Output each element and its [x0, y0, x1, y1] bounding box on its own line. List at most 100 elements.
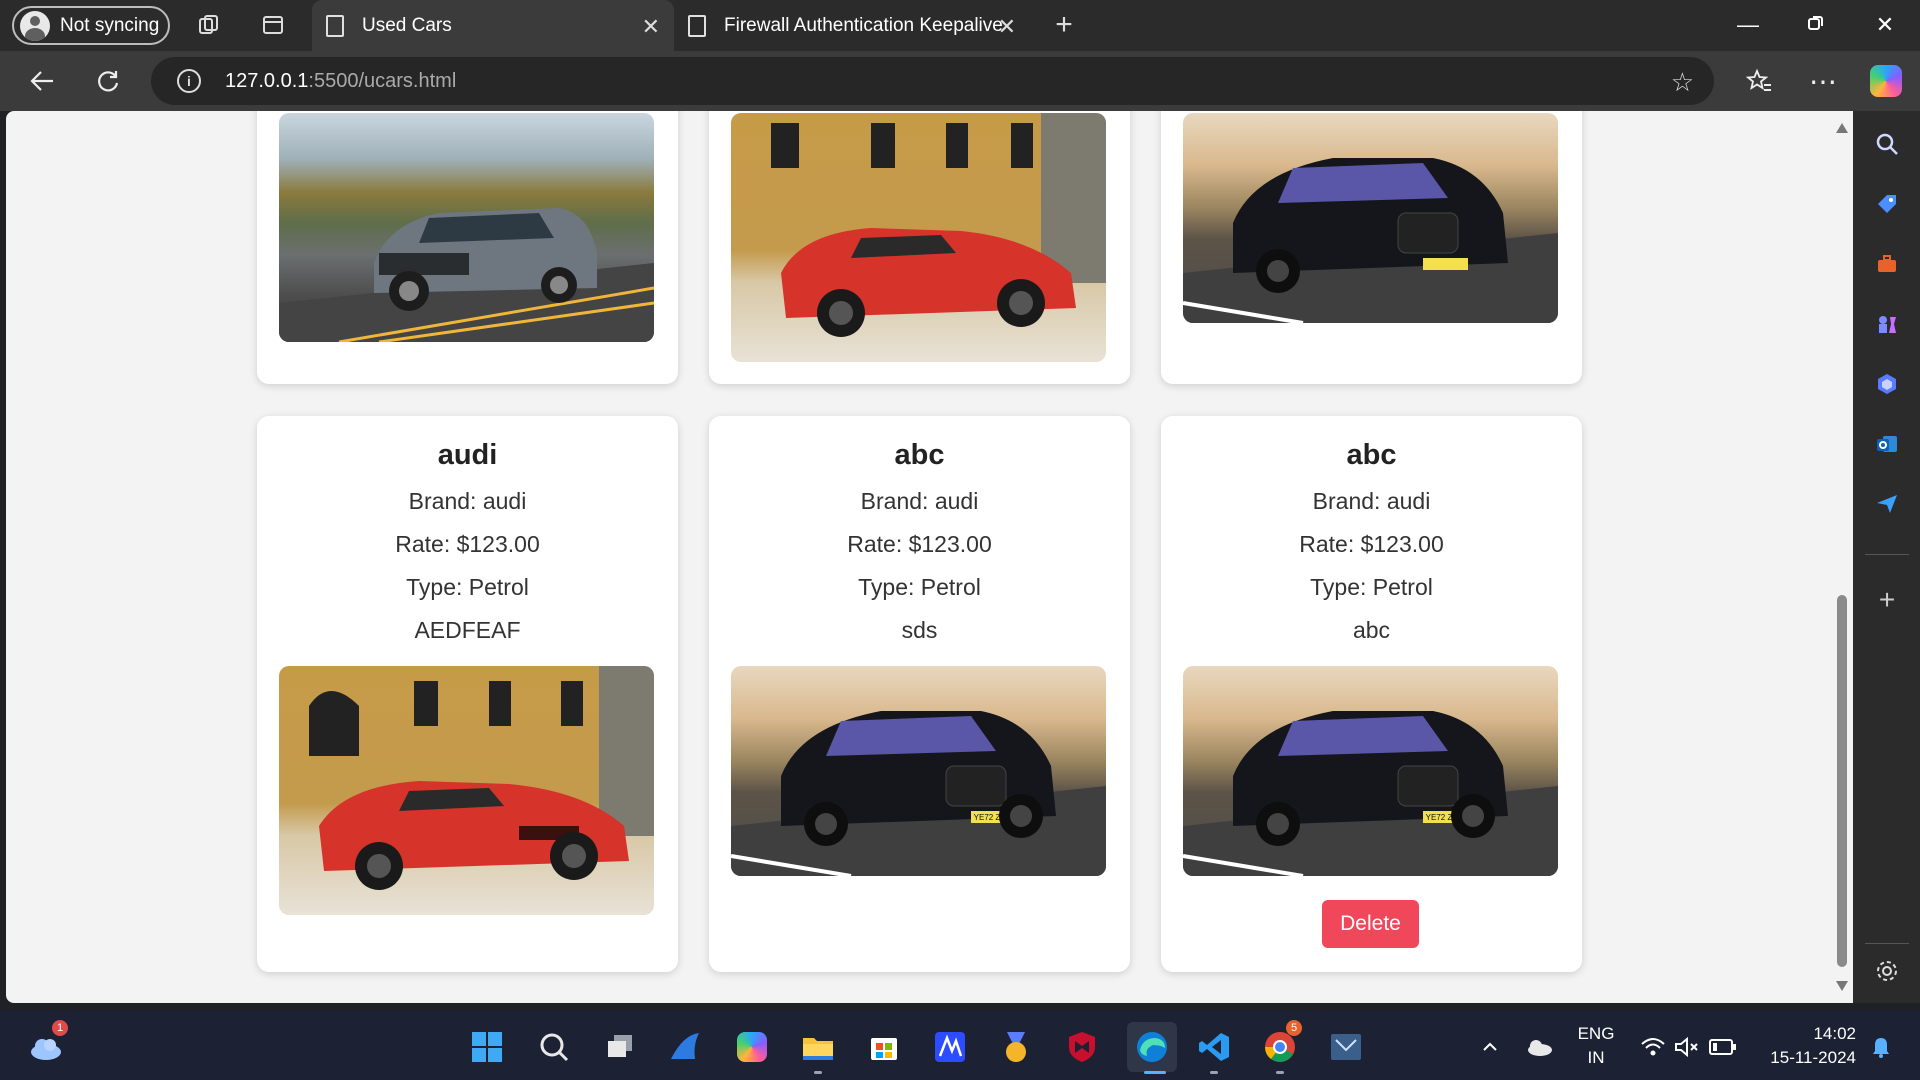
edge-browser-icon[interactable] [1127, 1022, 1177, 1072]
car-brand: Brand: audi [1312, 488, 1431, 514]
onedrive-cloud-icon[interactable] [1520, 1028, 1558, 1066]
medal-icon[interactable] [997, 1028, 1035, 1066]
microsoft-store-icon[interactable] [865, 1028, 903, 1066]
more-options-icon[interactable]: ⋯ [1806, 64, 1840, 98]
favorite-star-icon[interactable]: ☆ [1671, 67, 1694, 98]
delete-button[interactable]: Delete [1322, 900, 1419, 948]
page-icon [688, 14, 706, 37]
wifi-icon[interactable] [1634, 1028, 1672, 1066]
copilot-icon[interactable] [1870, 65, 1902, 97]
task-view-icon[interactable] [601, 1028, 639, 1066]
running-indicator [1276, 1071, 1284, 1074]
workspaces-icon[interactable] [194, 10, 224, 40]
car-image: YE72 ZRG [1183, 666, 1558, 876]
start-windows-icon[interactable] [468, 1028, 506, 1066]
edge-sidebar: + [1853, 111, 1920, 1003]
language-indicator[interactable]: ENG IN [1570, 1022, 1622, 1070]
car-card [257, 111, 678, 384]
copilot-sidebar-icon[interactable] [1873, 370, 1901, 398]
app-window-icon[interactable] [1327, 1028, 1365, 1066]
restore-icon[interactable] [1801, 12, 1831, 38]
scroll-thumb[interactable] [1837, 595, 1847, 967]
car-description: AEDFEAF [414, 617, 521, 643]
car-rate: Rate: $123.00 [1299, 531, 1444, 557]
avatar [20, 10, 50, 41]
car-card [1161, 111, 1582, 384]
scroll-up-icon[interactable] [1836, 123, 1848, 133]
page-scrollbar[interactable] [1831, 111, 1853, 1003]
clock[interactable]: 14:02 15-11-2024 [1756, 1022, 1856, 1070]
running-indicator [1210, 1071, 1218, 1074]
car-title: abc [894, 439, 945, 471]
notification-bell-icon[interactable] [1862, 1028, 1900, 1066]
site-info-icon[interactable]: i [177, 69, 201, 93]
car-image [731, 113, 1106, 362]
search-icon[interactable] [535, 1028, 573, 1066]
url-path: :5500/ucars.html [308, 69, 457, 92]
windows-taskbar: 1 5 ENG IN 14:02 15-11-2024 [0, 1010, 1920, 1080]
shopping-tag-icon[interactable] [1873, 190, 1901, 218]
car-title: abc [1346, 439, 1397, 471]
browser-toolbar: i 127.0.0.1:5500/ucars.html ☆ ⋯ [0, 51, 1920, 111]
close-tab-icon[interactable]: ✕ [998, 14, 1016, 40]
car-description: sds [901, 617, 938, 643]
sidebar-divider [1865, 943, 1909, 944]
notification-badge: 5 [1286, 1020, 1302, 1036]
car-image [279, 666, 654, 915]
clock-time: 14:02 [1813, 1024, 1856, 1043]
car-title: audi [437, 439, 498, 471]
car-type: Type: Petrol [406, 574, 529, 600]
tab-actions-icon[interactable] [258, 10, 288, 40]
profile-label: Not syncing [60, 14, 160, 36]
file-explorer-icon[interactable] [799, 1028, 837, 1066]
profile-button[interactable]: Not syncing [12, 6, 170, 45]
car-image [1183, 113, 1558, 323]
refresh-icon[interactable] [91, 64, 125, 98]
car-card [709, 111, 1130, 384]
close-tab-icon[interactable]: ✕ [642, 14, 660, 40]
address-bar[interactable]: i 127.0.0.1:5500/ucars.html ☆ [151, 57, 1714, 105]
new-tab-icon[interactable]: + [1049, 8, 1079, 41]
tab-label: Firewall Authentication Keepalive [724, 14, 1003, 36]
volume-muted-icon[interactable] [1668, 1028, 1706, 1066]
car-type: Type: Petrol [858, 574, 981, 600]
car-brand: Brand: audi [860, 488, 979, 514]
notification-badge: 1 [52, 1020, 68, 1036]
search-icon[interactable] [1873, 130, 1901, 158]
chevron-up-icon[interactable] [1471, 1028, 1509, 1066]
tools-icon[interactable] [1873, 250, 1901, 278]
vscode-icon[interactable] [1195, 1028, 1233, 1066]
car-description: abc [1352, 617, 1391, 643]
car-rate: Rate: $123.00 [847, 531, 992, 557]
active-app-indicator [1144, 1071, 1166, 1074]
add-icon[interactable]: + [1873, 584, 1901, 615]
tab-label: Used Cars [362, 14, 452, 36]
browser-tab-bar: Not syncing Used Cars ✕ Firewall Authent… [0, 0, 1920, 51]
mcafee-icon[interactable] [1063, 1028, 1101, 1066]
battery-icon[interactable] [1704, 1028, 1742, 1066]
outlook-icon[interactable] [1873, 430, 1901, 458]
minimize-icon[interactable]: — [1733, 12, 1763, 38]
running-indicator [814, 1071, 822, 1074]
region-code: IN [1587, 1048, 1605, 1067]
car-brand: Brand: audi [408, 488, 527, 514]
back-icon[interactable] [25, 64, 59, 98]
car-image: YE72 ZRG [731, 666, 1106, 876]
scroll-down-icon[interactable] [1836, 981, 1848, 991]
mathpix-icon[interactable] [931, 1028, 969, 1066]
sidebar-divider [1865, 554, 1909, 555]
games-icon[interactable] [1873, 310, 1901, 338]
favorites-icon[interactable] [1742, 64, 1776, 98]
tab-used-cars[interactable]: Used Cars ✕ [312, 0, 674, 51]
copilot-app-icon[interactable] [733, 1028, 771, 1066]
car-card: audi Brand: audi Rate: $123.00 Type: Pet… [257, 416, 678, 972]
car-card: abc Brand: audi Rate: $123.00 Type: Petr… [709, 416, 1130, 972]
page-icon [326, 14, 344, 37]
send-icon[interactable] [1873, 490, 1901, 518]
tab-firewall[interactable]: Firewall Authentication Keepalive ✕ [674, 0, 1026, 51]
shark-app-icon[interactable] [667, 1028, 705, 1066]
close-window-icon[interactable]: ✕ [1870, 12, 1900, 38]
clock-date: 15-11-2024 [1770, 1048, 1856, 1067]
settings-gear-icon[interactable] [1873, 957, 1901, 985]
language-code: ENG [1577, 1024, 1615, 1043]
